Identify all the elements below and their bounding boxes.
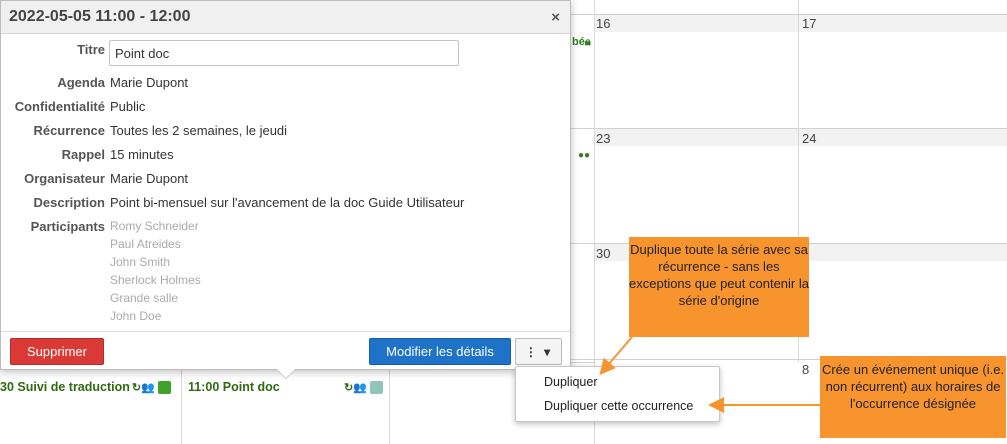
- event-peek-text: bé: [572, 36, 585, 48]
- calendar-event[interactable]: 11:00 Point doc: [188, 378, 280, 396]
- participant: Sherlock Holmes: [110, 273, 201, 287]
- field-row-participants: Participants: [1, 219, 572, 234]
- day-number[interactable]: 23: [596, 131, 610, 146]
- participant: Paul Atreides: [110, 237, 181, 251]
- menu-item-dupliquer-occurrence[interactable]: Dupliquer cette occurrence: [544, 399, 693, 413]
- group-icon: ●●: [578, 150, 591, 161]
- popup-pointer: [277, 369, 295, 378]
- field-label: Titre: [77, 42, 105, 57]
- field-label: Organisateur: [24, 171, 105, 186]
- week-header-band: [594, 128, 1007, 146]
- field-value: 15 minutes: [110, 147, 174, 162]
- field-label: Récurrence: [33, 123, 105, 138]
- field-value: Toutes les 2 semaines, le jeudi: [110, 123, 288, 138]
- field-row-organisateur: Organisateur Marie Dupont: [1, 171, 572, 186]
- field-label: Confidentialité: [14, 99, 105, 114]
- field-row-confidentialite: Confidentialité Public: [1, 99, 572, 114]
- popup-title: 2022-05-05 11:00 - 12:00: [9, 8, 191, 25]
- participant: John Doe: [110, 309, 162, 323]
- edit-details-button[interactable]: Modifier les détails: [369, 338, 511, 365]
- day-number[interactable]: 24: [802, 131, 816, 146]
- participant: John Smith: [110, 255, 171, 269]
- callout-dupliquer-occurrence: Crée un événement unique (i.e. non récur…: [820, 356, 1006, 438]
- more-actions-button[interactable]: ⋮ ▾: [515, 338, 562, 365]
- field-row-description: Description Point bi-mensuel sur l'avanc…: [1, 195, 572, 210]
- field-label: Rappel: [61, 147, 105, 162]
- field-value: Public: [110, 99, 146, 114]
- recurring-group-icon: ↻👥: [131, 381, 155, 394]
- field-row-agenda: Agenda Marie Dupont: [1, 75, 572, 90]
- day-number[interactable]: 17: [802, 16, 816, 31]
- field-row-rappel: Rappel 15 minutes: [1, 147, 572, 162]
- field-value: Point bi-mensuel sur l'avancement de la …: [110, 195, 465, 210]
- title-input[interactable]: [109, 40, 459, 66]
- lock-icon: 🔒︎: [584, 36, 591, 48]
- popup-header: 2022-05-05 11:00 - 12:00 ×: [1, 1, 570, 34]
- field-label: Description: [33, 195, 105, 210]
- field-row-recurrence: Récurrence Toutes les 2 semaines, le jeu…: [1, 123, 572, 138]
- calendar-event[interactable]: 30 Suivi de traduction ↻👥: [0, 378, 171, 396]
- field-label: Participants: [30, 219, 105, 234]
- close-icon[interactable]: ×: [551, 9, 560, 26]
- day-number[interactable]: 8: [802, 362, 809, 377]
- event-details-popup: 2022-05-05 11:00 - 12:00 × Titre Agenda …: [0, 0, 571, 370]
- menu-item-dupliquer[interactable]: Dupliquer: [544, 375, 598, 389]
- participant: Romy Schneider: [110, 219, 199, 233]
- participant: Grande salle: [110, 291, 179, 305]
- event-label: 11:00 Point doc: [188, 380, 280, 394]
- event-label: 30 Suivi de traduction: [0, 380, 130, 394]
- callout-dupliquer: Duplique toute la série avec sa récurren…: [629, 237, 809, 337]
- recurring-group-icon: ↻👥: [344, 381, 367, 394]
- delete-button[interactable]: Supprimer: [10, 338, 104, 365]
- field-value: Marie Dupont: [110, 171, 189, 186]
- event-color-swatch: [369, 380, 383, 394]
- more-actions-menu: Dupliquer Dupliquer cette occurrence: [515, 366, 720, 422]
- event-color-swatch: [157, 380, 171, 394]
- popup-footer: Supprimer Modifier les détails ⋮ ▾: [1, 331, 570, 369]
- week-header-band: [594, 14, 1007, 32]
- day-number[interactable]: 16: [596, 16, 610, 31]
- event-icons: ↻👥: [342, 378, 383, 396]
- event-peek[interactable]: bé🔒︎: [572, 36, 591, 49]
- participants-list: Romy Schneider Paul Atreides John Smith …: [110, 219, 201, 327]
- field-label: Agenda: [57, 75, 105, 90]
- day-number[interactable]: 30: [596, 246, 610, 261]
- field-value: Marie Dupont: [110, 75, 189, 90]
